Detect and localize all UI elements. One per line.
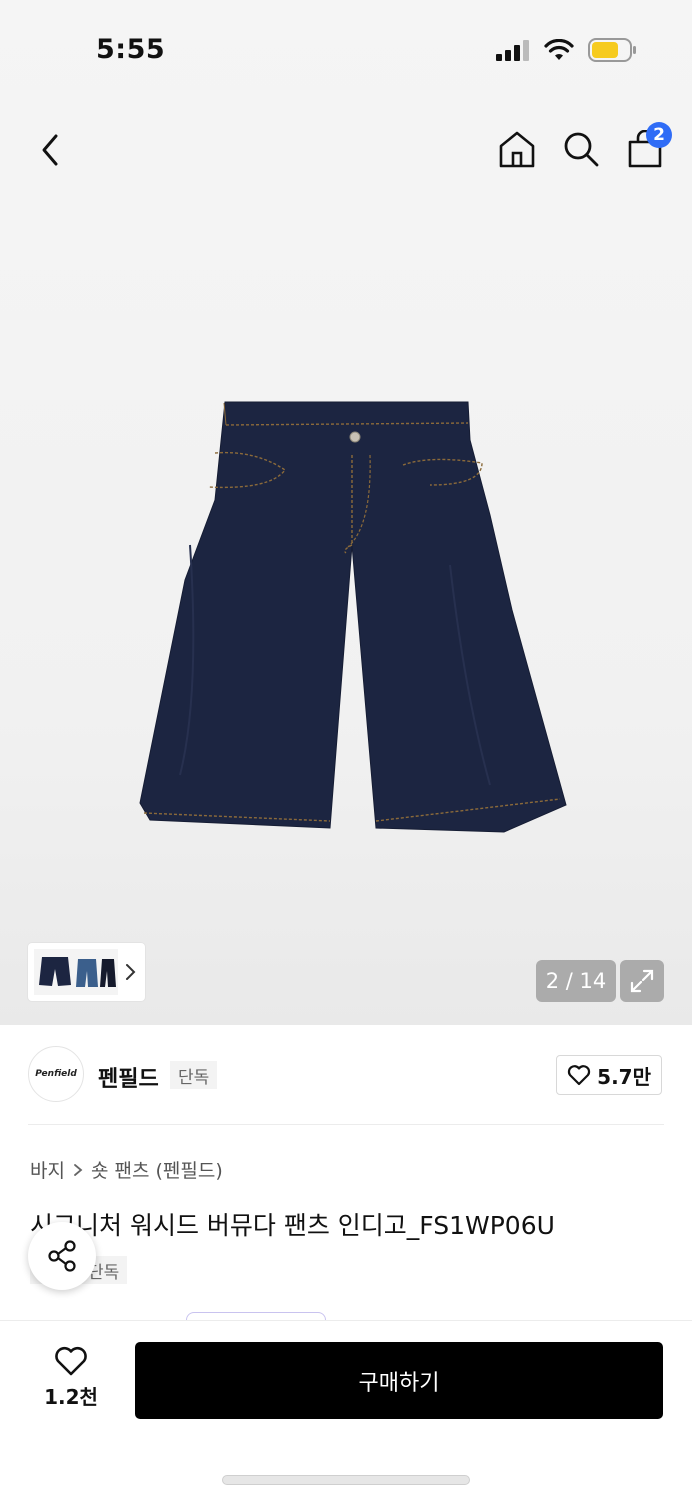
thumbnail-strip[interactable]	[28, 943, 145, 1001]
cart-count-badge: 2	[646, 122, 672, 148]
home-icon	[499, 131, 535, 168]
status-bar: 5:55	[0, 0, 692, 100]
breadcrumb: 바지 숏 팬츠 (펜필드)	[30, 1156, 223, 1183]
expand-icon	[630, 969, 654, 993]
buy-button[interactable]: 구매하기	[135, 1342, 663, 1419]
home-indicator	[222, 1475, 470, 1485]
brand-like-count: 5.7만	[597, 1064, 651, 1089]
divider	[28, 1124, 664, 1125]
heart-icon	[55, 1346, 87, 1376]
share-icon	[48, 1240, 76, 1272]
brand-row: Penfield 펜필드 단독 5.7만	[0, 1025, 692, 1125]
status-time: 5:55	[96, 34, 166, 65]
bottom-action-bar: 1.2천 구매하기	[0, 1320, 692, 1500]
wishlist-button[interactable]: 1.2천	[40, 1345, 102, 1415]
wishlist-count: 1.2천	[44, 1385, 98, 1409]
chevron-right-icon	[126, 964, 136, 980]
status-icons	[496, 38, 636, 62]
nav-actions: 2	[496, 122, 672, 172]
brand-name[interactable]: 펜필드	[98, 1061, 159, 1093]
heart-icon	[568, 1065, 591, 1086]
back-button[interactable]	[30, 128, 70, 172]
cart-button[interactable]: 2	[624, 122, 672, 172]
search-icon	[564, 132, 599, 167]
fullscreen-button[interactable]	[620, 960, 664, 1002]
brand-logo[interactable]: Penfield	[28, 1046, 84, 1102]
image-page-counter: 2 / 14	[536, 960, 616, 1002]
chevron-right-icon	[74, 1163, 83, 1176]
brand-logo-text: Penfield	[35, 1069, 77, 1079]
product-title: 시그니처 워시드 버뮤다 팬츠 인디고_FS1WP06U	[30, 1211, 555, 1240]
share-button[interactable]	[28, 1222, 96, 1290]
chevron-left-icon	[42, 134, 58, 166]
signal-icon	[496, 40, 529, 61]
wifi-icon	[544, 39, 574, 60]
brand-exclusive-badge: 단독	[170, 1061, 218, 1089]
battery-icon	[588, 38, 636, 62]
home-button[interactable]	[496, 126, 538, 172]
brand-like-button[interactable]: 5.7만	[556, 1055, 662, 1095]
product-photo	[139, 401, 567, 833]
search-button[interactable]	[560, 126, 602, 172]
top-nav: 2	[0, 118, 692, 182]
thumbnail-image	[34, 949, 118, 995]
breadcrumb-item[interactable]: 숏 팬츠 (펜필드)	[91, 1156, 223, 1183]
breadcrumb-item[interactable]: 바지	[30, 1156, 65, 1183]
